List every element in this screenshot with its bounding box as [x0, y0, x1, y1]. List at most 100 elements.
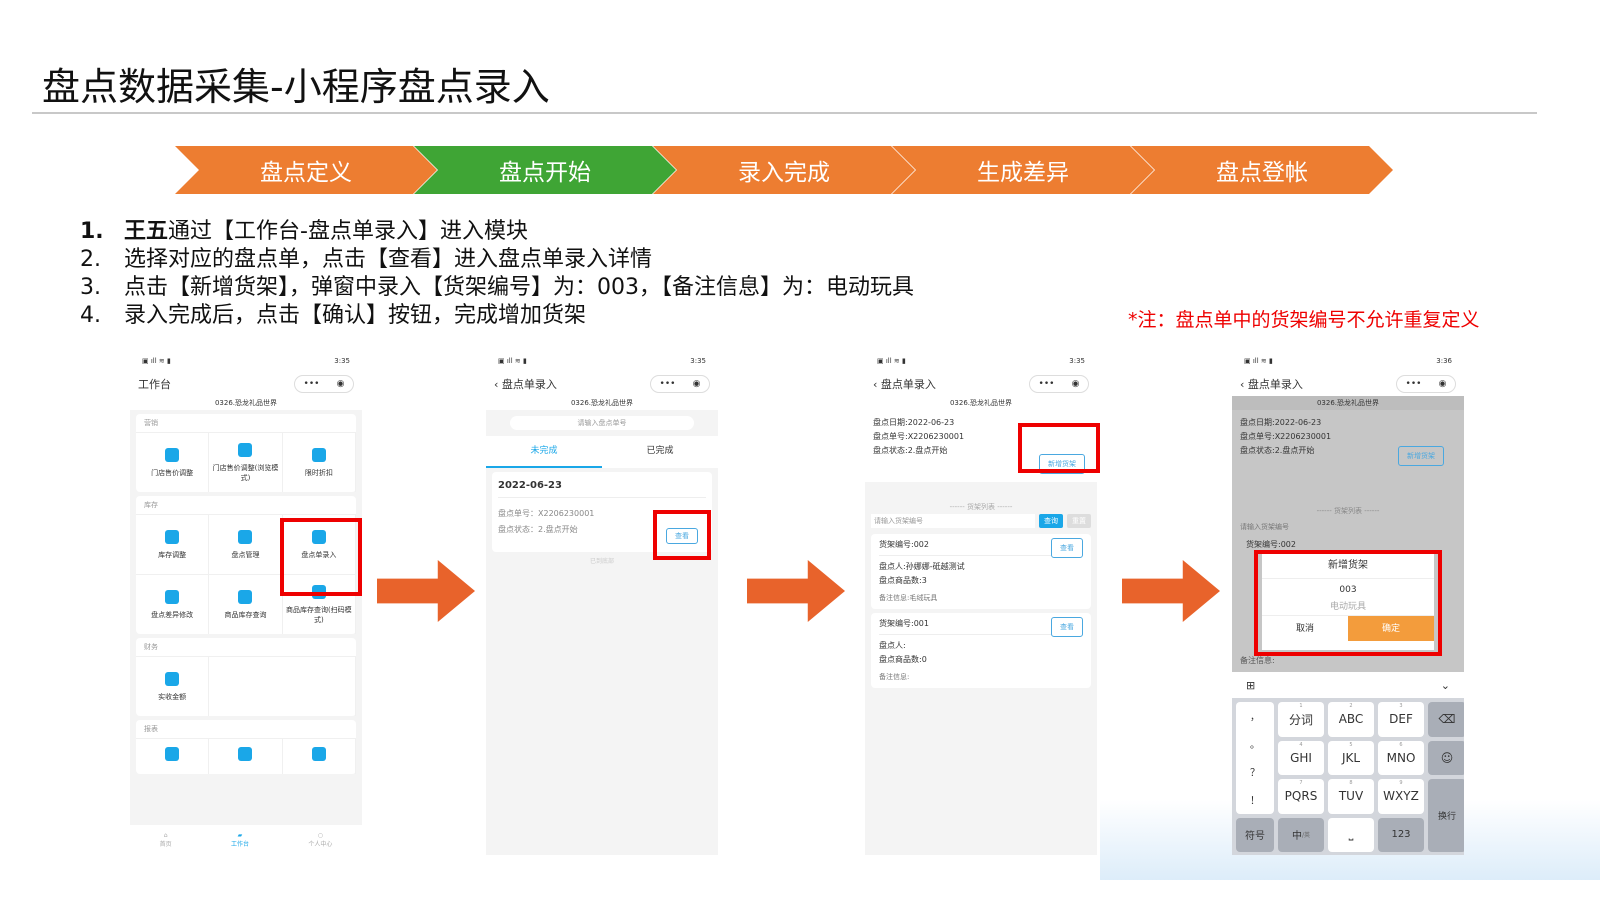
backspace-key[interactable]: ⌫ — [1428, 702, 1464, 737]
menu-icon — [311, 447, 326, 462]
menu-item[interactable]: 库存调整 — [136, 514, 210, 574]
menu-item[interactable]: 商品库存查询 — [209, 574, 283, 634]
key-TUV[interactable]: 8 TUV — [1328, 779, 1374, 814]
highlight-box — [653, 510, 711, 560]
menu-label: 商品库存查询 — [224, 610, 267, 619]
back-icon[interactable]: ‹ — [873, 378, 881, 391]
section-title: 库存 — [144, 501, 158, 509]
tab-home[interactable]: ⌂ 首页 — [160, 832, 172, 848]
menu-icon — [238, 589, 253, 604]
shelf-search-input[interactable]: 请输入货架编号 — [871, 514, 1035, 528]
menu-icon — [165, 589, 180, 604]
view-shelf-button[interactable]: 查看 — [1051, 617, 1083, 637]
menu-label: 限时折扣 — [304, 468, 333, 477]
menu-icon — [238, 442, 253, 457]
menu-icon — [165, 671, 180, 686]
menu-label: 库存调整 — [158, 550, 187, 559]
section-title: 报表 — [144, 725, 158, 733]
arrow-right-icon — [1122, 560, 1220, 622]
add-shelf-button[interactable]: 新增货架 — [1398, 446, 1444, 466]
menu-label: 门店售价调整 — [151, 468, 194, 477]
tab-bar: ⌂ 首页 ▰ 工作台 ○ 个人中心 — [130, 825, 362, 855]
tab-workbench[interactable]: ▰ 工作台 — [231, 832, 249, 848]
key-GHI[interactable]: 4 GHI — [1278, 740, 1324, 775]
symbol-key[interactable]: 符号 — [1236, 817, 1274, 852]
keyboard: ，。？！ 1 分词 2 ABC 3 DEF ⌫ 4 GHI 5 JKL 6 MNO ☺ 7 PQRS 8 TUV 9 W… — [1232, 698, 1464, 855]
divider — [32, 112, 1537, 114]
capsule-menu[interactable]: ••• ◉ — [1029, 375, 1089, 393]
section-title: 营销 — [144, 419, 158, 427]
menu-item[interactable] — [209, 738, 283, 774]
close-circle-icon[interactable]: ◉ — [337, 379, 345, 389]
note-text: *注：盘点单中的货架编号不允许重复定义 — [1128, 309, 1480, 331]
back-icon[interactable]: ‹ — [1240, 378, 1248, 391]
punctuation-keys[interactable]: ，。？！ — [1236, 702, 1274, 814]
shelf-card: 货架编号:001 查看 盘点人: 盘点商品数:0 备注信息: — [871, 613, 1091, 688]
arrow-right-icon — [377, 560, 475, 622]
menu-label: 商品库存查询(扫码模式) — [285, 605, 352, 624]
menu-item[interactable] — [282, 738, 356, 774]
space-key[interactable]: ⎵ — [1328, 817, 1374, 852]
tab-completed[interactable]: 已完成 — [602, 436, 718, 468]
menu-item[interactable]: 限时折扣 — [282, 432, 356, 492]
key-MNO[interactable]: 6 MNO — [1378, 740, 1424, 775]
tab-incomplete[interactable]: 未完成 — [486, 436, 602, 468]
step-text: 通过【工作台-盘点单录入】进入模块 — [168, 219, 528, 244]
view-shelf-button[interactable]: 查看 — [1051, 538, 1083, 558]
instruction-item: 4. 录入完成后，点击【确认】按钮，完成增加货架 — [80, 302, 914, 330]
query-button[interactable]: 查询 — [1039, 514, 1063, 528]
enter-key[interactable]: 换行 — [1428, 779, 1464, 852]
process-step: 盘点定义 — [175, 146, 437, 194]
menu-label: 实收金额 — [158, 692, 187, 701]
menu-icon — [165, 447, 180, 462]
menu-icon — [165, 529, 180, 544]
language-key[interactable]: 中/英 — [1278, 817, 1324, 852]
keyboard-hide-icon[interactable]: ⌄ — [1441, 679, 1450, 692]
step-number: 2. — [80, 247, 101, 272]
more-icon[interactable]: ••• — [304, 379, 320, 389]
key-DEF[interactable]: 3 DEF — [1378, 702, 1424, 737]
order-search-input[interactable]: 请输入盘点单号 — [510, 416, 694, 430]
process-step: 盘点开始 — [414, 146, 676, 194]
number-key[interactable]: 123 — [1378, 817, 1424, 852]
key-WXYZ[interactable]: 9 WXYZ — [1378, 779, 1424, 814]
step-number: 3. — [80, 275, 101, 300]
process-step: 盘点登帐 — [1131, 146, 1393, 194]
menu-item[interactable] — [136, 738, 210, 774]
reset-button[interactable]: 重置 — [1067, 514, 1091, 528]
tab-profile[interactable]: ○ 个人中心 — [308, 832, 332, 848]
instruction-item: 2. 选择对应的盘点单，点击【查看】进入盘点单录入详情 — [80, 246, 914, 274]
key-ABC[interactable]: 2 ABC — [1328, 702, 1374, 737]
section-card: 报表 — [136, 720, 356, 774]
process-step: 生成差异 — [892, 146, 1154, 194]
menu-item[interactable]: 盘点管理 — [209, 514, 283, 574]
key-JKL[interactable]: 5 JKL — [1328, 740, 1374, 775]
menu-label: 门店售价调整(浏览模式) — [212, 463, 279, 482]
menu-item[interactable]: 门店售价调整(浏览模式) — [209, 432, 283, 492]
menu-item[interactable]: 门店售价调整 — [136, 432, 210, 492]
capsule-menu[interactable]: ••• ◉ — [294, 375, 354, 393]
back-icon[interactable]: ‹ — [494, 378, 502, 391]
highlight-box — [1254, 550, 1442, 656]
apps-icon[interactable]: ⊞ — [1246, 679, 1255, 692]
capsule-menu[interactable]: ••• ◉ — [650, 375, 710, 393]
emoji-key[interactable]: ☺ — [1428, 740, 1464, 775]
status-bar: ▣ ıll ≋ ▮ 3:35 — [130, 350, 362, 372]
step-text: 录入完成后，点击【确认】按钮，完成增加货架 — [124, 303, 587, 328]
section-card: 营销门店售价调整 门店售价调整(浏览模式) 限时折扣 — [136, 414, 356, 492]
menu-icon — [238, 746, 253, 761]
step-text: 选择对应的盘点单，点击【查看】进入盘点单录入详情 — [124, 247, 653, 272]
section-title: 财务 — [144, 643, 158, 651]
step-number: 1. — [80, 219, 104, 244]
menu-item[interactable]: 盘点差异修改 — [136, 574, 210, 634]
key-分词[interactable]: 1 分词 — [1278, 702, 1324, 737]
step-number: 4. — [80, 303, 101, 328]
menu-icon — [311, 746, 326, 761]
menu-item[interactable]: 实收金额 — [136, 656, 210, 716]
key-PQRS[interactable]: 7 PQRS — [1278, 779, 1324, 814]
menu-label: 盘点管理 — [231, 550, 260, 559]
highlight-box — [1018, 423, 1100, 473]
highlight-box — [280, 518, 362, 596]
slide-title: 盘点数据采集-小程序盘点录入 — [42, 65, 550, 109]
menu-label: 盘点差异修改 — [151, 610, 194, 619]
